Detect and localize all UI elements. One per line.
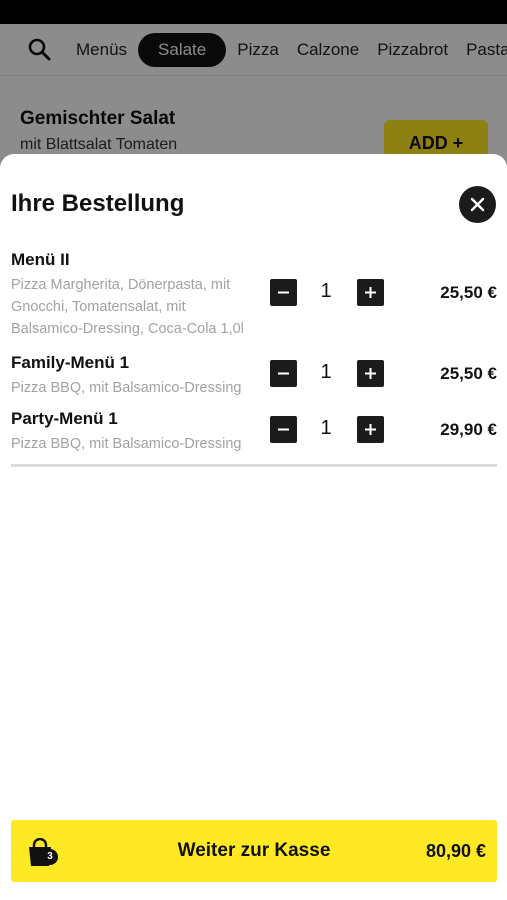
plus-icon	[365, 368, 376, 379]
item-price: 25,50 €	[440, 364, 497, 383]
item-price: 29,90 €	[440, 420, 497, 439]
checkout-button[interactable]: 3 Weiter zur Kasse 80,90 €	[11, 820, 497, 882]
decrease-quantity-button[interactable]	[270, 279, 297, 306]
checkout-total: 80,90 €	[425, 841, 486, 861]
order-list: Menü II Pizza Margherita, Dönerpasta, mi…	[0, 246, 507, 461]
item-description: Pizza Margherita, Dönerpasta, mit Gnocch…	[11, 277, 244, 337]
quantity-value: 1	[320, 361, 332, 383]
plus-icon	[365, 287, 376, 298]
order-title: Ihre Bestellung	[11, 190, 185, 217]
close-button[interactable]	[459, 186, 496, 223]
increase-quantity-button[interactable]	[357, 416, 384, 443]
increase-quantity-button[interactable]	[357, 360, 384, 387]
item-price: 25,50 €	[440, 283, 497, 302]
decrease-quantity-button[interactable]	[270, 360, 297, 387]
quantity-value: 1	[320, 417, 332, 439]
item-name: Menü II	[11, 250, 70, 269]
divider	[11, 464, 497, 467]
quantity-value: 1	[320, 280, 332, 302]
increase-quantity-button[interactable]	[357, 279, 384, 306]
close-icon	[470, 197, 485, 212]
decrease-quantity-button[interactable]	[270, 416, 297, 443]
item-name: Party-Menü 1	[11, 409, 118, 428]
minus-icon	[278, 372, 289, 375]
minus-icon	[278, 428, 289, 431]
minus-icon	[278, 291, 289, 294]
order-sheet: Ihre Bestellung Menü II Pizza Margherita…	[0, 154, 507, 900]
plus-icon	[365, 424, 376, 435]
item-description: Pizza BBQ, mit Balsamico-Dressing	[11, 436, 242, 452]
order-item: Family-Menü 1 Pizza BBQ, mit Balsamico-D…	[0, 349, 507, 405]
item-name: Family-Menü 1	[11, 353, 130, 372]
order-item: Party-Menü 1 Pizza BBQ, mit Balsamico-Dr…	[0, 405, 507, 461]
order-item: Menü II Pizza Margherita, Dönerpasta, mi…	[0, 246, 507, 349]
item-description: Pizza BBQ, mit Balsamico-Dressing	[11, 380, 242, 396]
checkout-label: Weiter zur Kasse	[177, 840, 331, 861]
